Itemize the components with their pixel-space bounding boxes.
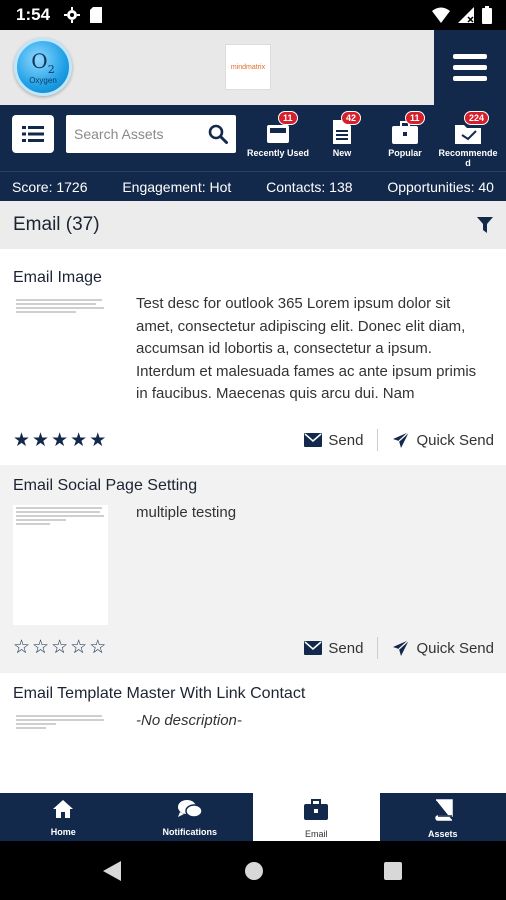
logo-caption: Oxygen bbox=[29, 76, 57, 85]
envelope-icon bbox=[304, 641, 323, 655]
list-icon bbox=[22, 126, 44, 142]
asset-description: multiple testing bbox=[136, 504, 237, 521]
settings-icon bbox=[64, 7, 81, 23]
book-icon bbox=[435, 799, 453, 821]
home-circle-icon[interactable] bbox=[244, 861, 264, 881]
badge-new: 42 bbox=[341, 111, 362, 125]
wifi-icon bbox=[432, 7, 450, 23]
asset-title[interactable]: Email Template Master With Link Contact bbox=[13, 685, 305, 703]
home-icon bbox=[53, 800, 74, 818]
nav-assets[interactable]: Assets bbox=[380, 793, 506, 841]
recents-icon[interactable] bbox=[384, 862, 402, 880]
card-actions: Send Quick Send bbox=[304, 637, 494, 659]
quick-send-label: Quick Send bbox=[416, 639, 494, 657]
oxygen-logo[interactable]: O2 Oxygen bbox=[14, 38, 72, 96]
asset-thumbnail[interactable] bbox=[13, 297, 108, 369]
star-empty-icon[interactable]: ☆ bbox=[32, 636, 49, 659]
briefcase-icon bbox=[304, 799, 329, 820]
stat-engagement: Engagement: Hot bbox=[122, 178, 232, 195]
search-box bbox=[66, 115, 236, 153]
app-header: O2 Oxygen mindmatrix bbox=[0, 30, 506, 105]
logo-sub: 2 bbox=[47, 63, 55, 76]
hamburger-icon bbox=[453, 53, 487, 81]
search-icon[interactable] bbox=[208, 124, 228, 144]
hamburger-menu-button[interactable] bbox=[434, 30, 506, 105]
quick-send-button[interactable]: Quick Send bbox=[392, 431, 494, 449]
quick-access-recommended[interactable]: 224 Recommende d bbox=[436, 111, 500, 168]
asset-description: Test desc for outlook 365 Lorem ipsum do… bbox=[136, 295, 477, 402]
bottom-navigation: Home Notifications Email Assets bbox=[0, 793, 506, 841]
asset-thumbnail[interactable] bbox=[13, 505, 108, 625]
nav-label: Home bbox=[50, 827, 76, 837]
asset-card[interactable]: Email Image Test desc for outlook 365 Lo… bbox=[0, 249, 506, 465]
asset-title[interactable]: Email Social Page Setting bbox=[13, 477, 197, 495]
stat-contacts: Contacts: 138 bbox=[266, 178, 353, 195]
stat-score: Score: 1726 bbox=[12, 178, 88, 195]
star-filled-icon[interactable]: ★ bbox=[70, 429, 87, 452]
status-time: 1:54 bbox=[16, 5, 51, 24]
asset-toolbar: 11 Recently Used 42 New 11 Popular 224 R… bbox=[0, 105, 506, 171]
section-header: Email (37) bbox=[0, 201, 506, 249]
sd-card-icon bbox=[90, 7, 103, 23]
nav-label: Notifications bbox=[162, 827, 217, 837]
send-button[interactable]: Send bbox=[304, 640, 363, 657]
stats-bar: Score: 1726 Engagement: Hot Contacts: 13… bbox=[0, 171, 506, 201]
star-filled-icon[interactable]: ★ bbox=[89, 429, 106, 452]
send-button[interactable]: Send bbox=[304, 432, 363, 449]
card-actions: Send Quick Send bbox=[304, 429, 494, 451]
badge-popular: 11 bbox=[405, 111, 425, 125]
system-navigation-bar bbox=[0, 841, 506, 900]
quick-access-label: Recommende d bbox=[438, 148, 498, 168]
action-divider bbox=[377, 637, 379, 659]
nav-label: Email bbox=[304, 829, 328, 839]
nav-notifications[interactable]: Notifications bbox=[127, 793, 254, 841]
asset-card[interactable]: Email Social Page Setting multiple testi… bbox=[0, 465, 506, 673]
nav-label: Assets bbox=[427, 829, 458, 839]
quick-access-label: New bbox=[332, 148, 352, 158]
filter-icon[interactable] bbox=[477, 217, 493, 233]
section-title: Email (37) bbox=[13, 214, 100, 235]
brand-text: mindmatrix bbox=[230, 63, 266, 71]
quick-access-recently-used[interactable]: 11 Recently Used bbox=[246, 111, 310, 158]
star-empty-icon[interactable]: ☆ bbox=[70, 636, 87, 659]
logo-text: O bbox=[31, 49, 48, 73]
star-filled-icon[interactable]: ★ bbox=[13, 429, 30, 452]
signal-icon bbox=[458, 7, 474, 23]
rating-stars[interactable]: ☆ ☆ ☆ ☆ ☆ bbox=[13, 636, 106, 659]
asset-thumbnail[interactable] bbox=[13, 713, 108, 773]
quick-access-label: Popular bbox=[388, 148, 422, 158]
star-empty-icon[interactable]: ☆ bbox=[13, 636, 30, 659]
quick-send-label: Quick Send bbox=[416, 431, 494, 449]
back-icon[interactable] bbox=[102, 860, 122, 882]
send-label: Send bbox=[328, 639, 364, 657]
quick-access-label: Recently Used bbox=[246, 148, 310, 158]
asset-description: -No description- bbox=[136, 712, 242, 729]
chat-bubbles-icon bbox=[177, 800, 203, 818]
star-filled-icon[interactable]: ★ bbox=[51, 429, 68, 452]
asset-card[interactable]: Email Template Master With Link Contact … bbox=[0, 673, 506, 793]
badge-recently-used: 11 bbox=[278, 111, 298, 125]
rating-stars[interactable]: ★ ★ ★ ★ ★ bbox=[13, 429, 106, 452]
quick-access-new[interactable]: 42 New bbox=[310, 111, 374, 158]
envelope-icon bbox=[304, 433, 323, 447]
stat-opportunities: Opportunities: 40 bbox=[387, 178, 494, 195]
asset-title[interactable]: Email Image bbox=[13, 269, 102, 287]
nav-email[interactable]: Email bbox=[253, 793, 380, 841]
search-input[interactable] bbox=[74, 115, 204, 153]
brand-logo: mindmatrix bbox=[225, 44, 271, 90]
quick-send-button[interactable]: Quick Send bbox=[392, 639, 494, 657]
send-label: Send bbox=[328, 431, 364, 449]
star-empty-icon[interactable]: ☆ bbox=[51, 636, 68, 659]
status-bar: 1:54 bbox=[0, 0, 506, 30]
nav-home[interactable]: Home bbox=[0, 793, 127, 841]
paper-plane-icon bbox=[393, 431, 410, 448]
action-divider bbox=[377, 429, 379, 451]
list-view-button[interactable] bbox=[12, 115, 54, 153]
star-empty-icon[interactable]: ☆ bbox=[89, 636, 106, 659]
paper-plane-icon bbox=[393, 639, 410, 656]
quick-access-popular[interactable]: 11 Popular bbox=[373, 111, 437, 158]
badge-recommended: 224 bbox=[464, 111, 490, 125]
star-filled-icon[interactable]: ★ bbox=[32, 429, 49, 452]
battery-icon bbox=[482, 6, 492, 24]
